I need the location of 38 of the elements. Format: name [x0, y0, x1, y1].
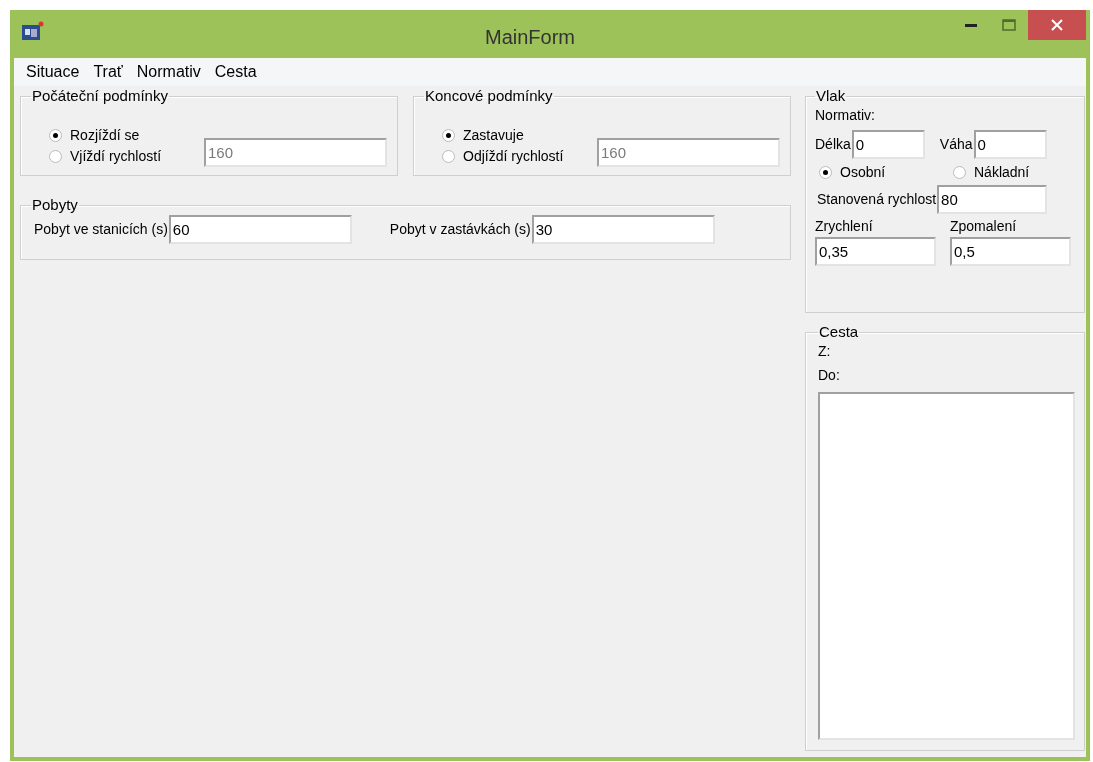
menu-item[interactable]: Cesta — [210, 60, 261, 84]
field-label: Délka — [815, 135, 851, 154]
text-field[interactable]: 0 — [851, 130, 925, 159]
window-title: MainForm — [485, 26, 575, 48]
text-field[interactable]: 0 — [973, 130, 1047, 159]
text-field[interactable]: 0,5 — [950, 237, 1071, 266]
text-field[interactable]: 0,35 — [815, 237, 936, 266]
text-field[interactable]: 30 — [531, 215, 715, 244]
radio-button[interactable]: Nákladní — [953, 162, 1030, 183]
radio-button[interactable]: Odjíždí rychlostí — [442, 146, 597, 167]
field-label: Normativ: — [815, 106, 876, 125]
field-label: Pobyt v zastávkách (s) — [389, 220, 531, 239]
menu-item[interactable]: Situace — [22, 60, 84, 84]
app-icon — [22, 21, 44, 41]
radio-button[interactable]: Zastavuje — [442, 125, 597, 146]
group-title: Pobyty — [31, 196, 79, 214]
field-label: Pobyt ve stanicích (s) — [34, 220, 168, 239]
text-field[interactable]: 80 — [937, 185, 1048, 214]
text-field[interactable]: 60 — [168, 215, 352, 244]
group-title: Cesta — [818, 323, 860, 341]
group-title: Vlak — [815, 87, 847, 105]
group-title: Koncové podmínky — [424, 87, 554, 105]
menu-item[interactable]: Trať — [89, 60, 127, 84]
field-label: Zpomalení — [950, 217, 1018, 236]
field-label: Váha — [939, 135, 973, 154]
radio-button[interactable]: Osobní — [819, 162, 953, 183]
field-label: Zrychlení — [815, 217, 874, 236]
group-title: Počáteční podmínky — [31, 87, 169, 105]
close-icon — [1051, 19, 1063, 31]
radio-button[interactable]: Vjíždí rychlostí — [49, 146, 204, 167]
menu-item[interactable]: Normativ — [132, 60, 205, 84]
field-label: Stanovená rychlost — [817, 190, 937, 209]
radio-button[interactable]: Rozjíždí se — [49, 125, 204, 146]
maximize-icon — [1002, 19, 1016, 31]
minimize-icon — [965, 23, 977, 27]
field-label: Do: — [818, 366, 841, 385]
field-label: Z: — [818, 342, 832, 361]
close-button[interactable] — [1028, 10, 1086, 40]
